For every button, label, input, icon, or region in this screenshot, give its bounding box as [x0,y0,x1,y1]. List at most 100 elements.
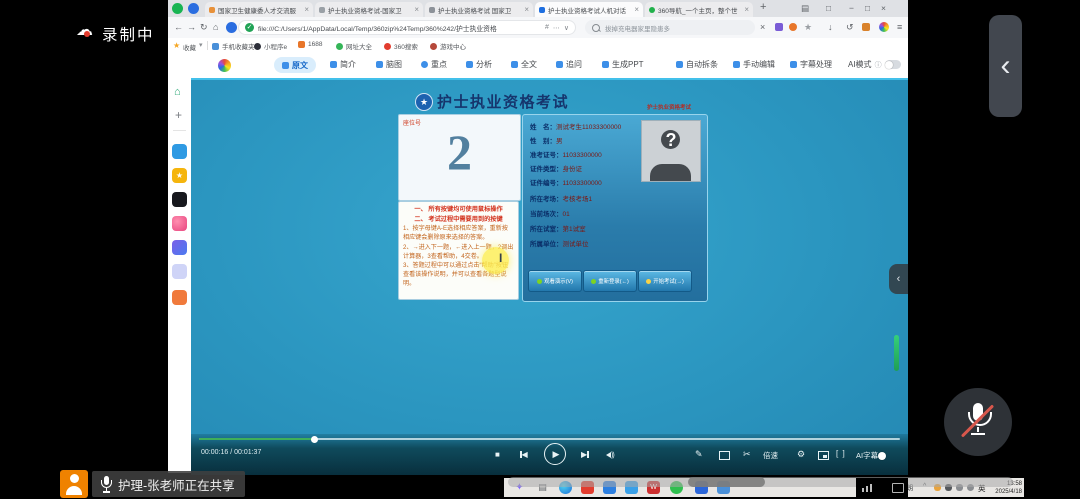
play-button[interactable]: ▶ [544,443,566,465]
extension-icon-orange[interactable] [789,23,797,31]
collapse-panel-tab[interactable]: ‹ [889,264,908,294]
favorites-caret-icon[interactable]: ▾ [199,41,203,49]
toolbar-item-mindmap[interactable]: 脑图 [376,59,402,70]
cut-extension-icon[interactable]: × [760,22,765,32]
new-tab-button[interactable]: + [760,1,766,13]
sidebar-app-icon-blue[interactable] [172,144,187,159]
playback-speed-button[interactable]: 倍速 [763,450,778,461]
home-button[interactable]: ⌂ [213,22,218,32]
ai-mode-control[interactable]: AI模式 ⓘ [848,59,901,70]
extension-icon-purple[interactable] [775,23,783,31]
hash-icon[interactable]: # [545,24,549,31]
history-icon[interactable]: ↺ [846,22,854,33]
picture-in-picture-icon[interactable] [818,451,829,460]
sidebar-app-icon-game[interactable] [172,290,187,305]
tab-close-icon[interactable]: × [304,5,309,14]
tab-360-nav[interactable]: 360导航_一个主页，整个世 × [645,2,753,17]
tab-health-committee[interactable]: 国家卫生健康委人才交流服 × [205,2,313,17]
clip-scissors-icon[interactable]: ✂ [743,449,751,460]
presenter-avatar[interactable] [60,470,88,498]
scrubber-overlay [508,477,1013,487]
tab-nurse-exam-1[interactable]: 护士执业资格考试-国家卫 × [315,2,423,17]
tab-nurse-exam-dialog-active[interactable]: 护士执业资格考试人机对话 × [535,2,643,17]
toolbar-item-generate-ppt[interactable]: 生成PPT [602,59,644,70]
sidebar-app-icon-star[interactable]: ★ [172,168,187,183]
bookmark-360-search[interactable]: 360搜索 [384,41,418,51]
toolbar-item-followup[interactable]: 追问 [556,59,582,70]
toolbar-item-manual-edit[interactable]: 手动编辑 [733,59,775,70]
dropdown-icon[interactable]: ∨ [564,24,569,32]
sidebar-add-icon[interactable]: + [175,108,182,122]
window-minimize-button[interactable]: − [849,3,854,13]
browser-profile-icon[interactable] [188,3,199,14]
volume-icon[interactable]: )) [606,449,614,459]
reload-button[interactable]: ↻ [200,22,208,33]
favorites-star-icon[interactable]: ★ [173,41,180,50]
more-icon[interactable]: ⋯ [553,24,560,32]
start-exam-button[interactable]: 开始考试(→) [638,270,692,292]
toolbar-item-original-active[interactable]: 原文 [274,57,316,73]
search-query-text: 拔掉充电器家里隐患多 [605,23,670,33]
window-close-button[interactable]: × [881,3,886,13]
browser-360-logo-icon[interactable] [172,3,183,14]
toolbar-item-keypoints[interactable]: 重点 [421,59,447,70]
back-button[interactable]: ← [174,22,183,32]
info-row-exam-site: 所在考场：考核考场1 [530,193,642,206]
tab-close-icon[interactable]: × [634,5,639,14]
mute-microphone-button[interactable] [944,388,1012,456]
page-scrollbar-thumb[interactable] [894,335,899,371]
bookmark-site-directory[interactable]: 网址大全 [336,41,372,51]
relogin-button[interactable]: 重新登录(←) [583,270,637,292]
ai-mode-toggle[interactable] [885,60,901,69]
downloads-icon[interactable]: ↓ [828,22,833,32]
toolbar-item-subtitle-process[interactable]: 字幕处理 [790,59,832,70]
marker-icon[interactable]: ✎ [695,449,703,460]
bookmark-phone-favorites[interactable]: 手机收藏夹 [212,41,255,51]
theme-icon[interactable] [879,22,889,32]
extensions-pin-icon[interactable]: ★ [804,22,812,33]
sidebar-app-icon-lavender[interactable] [172,264,187,279]
settings-gear-icon[interactable]: ⚙ [797,449,805,460]
sidebar-app-icon-dark[interactable] [172,192,187,207]
forward-button[interactable]: → [187,22,196,32]
toolbar-item-intro[interactable]: 简介 [330,59,356,70]
bookmark-mini-program[interactable]: 小程序e [254,41,287,51]
bookmark-1688[interactable]: 1688 [298,41,322,48]
progress-handle[interactable] [311,436,318,443]
url-field[interactable]: ✓ file:///C:/Users/1/AppData/Local/Temp/… [238,20,576,35]
tab-close-icon[interactable]: × [744,5,749,14]
window-maximize-button[interactable]: □ [865,3,870,13]
toolbar-item-auto-split[interactable]: 自动拆条 [676,59,718,70]
sidebar-app-icon-purple[interactable] [172,240,187,255]
stop-button[interactable]: ■ [495,450,500,459]
next-button[interactable]: ▶ [581,449,589,459]
bookmark-game-center[interactable]: 游戏中心 [430,41,466,51]
fullscreen-icon[interactable]: [ ] [836,449,846,458]
screenshot-crop-icon[interactable] [719,451,730,460]
sidebar-app-icon-pink[interactable] [172,216,187,231]
tab-close-icon[interactable]: × [524,5,529,14]
toolbar-item-fulltext[interactable]: 全文 [511,59,537,70]
tab-list-icon[interactable]: ▤ [801,3,809,14]
toolbar-item-analysis[interactable]: 分析 [466,59,492,70]
bookmark-icon [212,43,219,50]
search-input[interactable]: 拔掉充电器家里隐患多 [585,20,755,35]
menu-icon[interactable]: ≡ [897,22,902,32]
ai-assistant-logo-icon[interactable] [218,59,231,72]
workspace-icon[interactable]: □ [826,3,831,13]
watch-demo-button[interactable]: 观看演示(V) [528,270,582,292]
tab-favicon [649,7,655,13]
briefcase-icon[interactable] [862,23,870,31]
browser-app-icon[interactable] [226,22,237,33]
sidebar-home-icon[interactable]: ⌂ [174,86,181,98]
meeting-panel-collapse-tab[interactable]: ‹ [989,15,1022,117]
progress-track[interactable] [199,438,900,440]
previous-button[interactable]: ◀ [520,449,528,459]
question-mark: ? [642,130,700,151]
tab-nurse-exam-2[interactable]: 护士执业资格考试 国家卫 × [425,2,533,17]
exam-demo-video[interactable]: ★ 护士执业资格考试 护士执业资格考试 座位号 2 一、 所有按键均可使用鼠标操… [191,78,908,473]
favorites-label[interactable]: 收藏 [183,42,196,52]
bookmark-label: 网址大全 [346,41,372,51]
bookmark-icon [430,43,437,50]
tab-close-icon[interactable]: × [414,5,419,14]
